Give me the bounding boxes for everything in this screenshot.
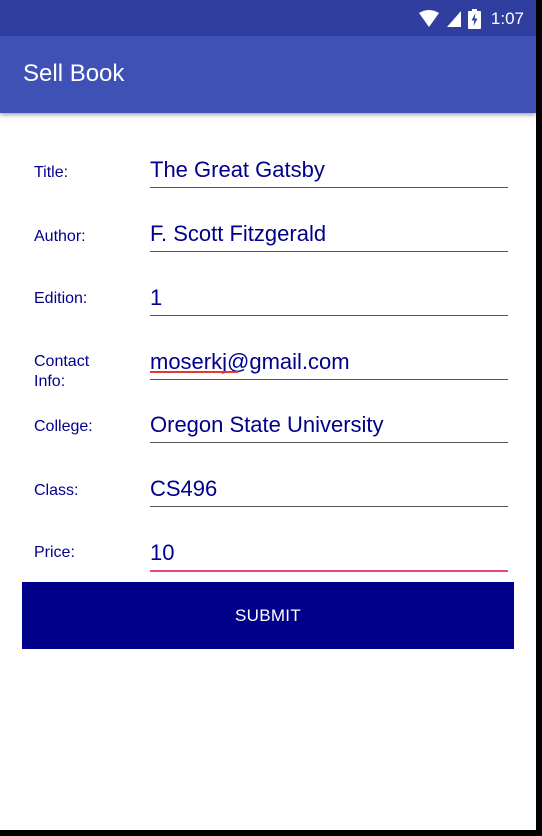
wifi-icon [418, 10, 439, 27]
contact-info-label: Contact Info: [34, 353, 90, 390]
college-row: College: [0, 406, 536, 466]
college-label: College: [34, 418, 93, 435]
price-label: Price: [34, 544, 75, 561]
class-label: Class: [34, 482, 79, 499]
signal-icon [446, 11, 461, 27]
app-screen: 1:07 Sell Book Title: Author: Edition: C… [0, 0, 536, 830]
edition-label: Edition: [34, 290, 88, 307]
author-label: Author: [34, 228, 86, 245]
title-input[interactable] [150, 153, 508, 188]
price-input[interactable] [150, 536, 508, 572]
title-row: Title: [0, 150, 536, 210]
college-input[interactable] [150, 408, 508, 443]
status-bar: 1:07 [0, 0, 536, 36]
submit-button[interactable]: SUBMIT [22, 582, 514, 649]
status-time: 1:07 [490, 9, 524, 28]
contact-info-row: Contact Info: [0, 342, 536, 402]
contact-info-input[interactable] [150, 345, 508, 380]
app-title: Sell Book [23, 60, 125, 87]
spellcheck-underline [150, 371, 238, 373]
battery-charging-icon [467, 9, 481, 29]
title-label: Title: [34, 164, 69, 181]
class-row: Class: [0, 470, 536, 530]
edition-row: Edition: [0, 278, 536, 338]
author-input[interactable] [150, 217, 508, 252]
edition-input[interactable] [150, 281, 508, 316]
class-input[interactable] [150, 472, 508, 507]
app-bar: Sell Book [0, 36, 536, 113]
status-icons: 1:07 [418, 8, 524, 30]
author-row: Author: [0, 214, 536, 274]
